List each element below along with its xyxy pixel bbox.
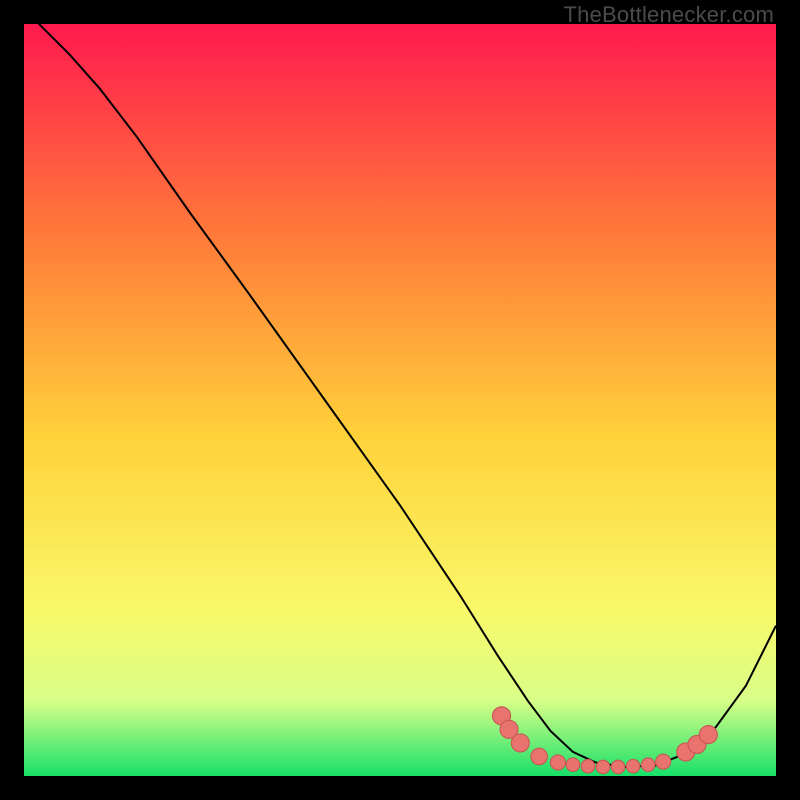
optimal-marker [531,748,548,765]
optimal-marker [611,760,625,774]
chart-frame [24,24,776,776]
optimal-marker [581,759,595,773]
optimal-marker [550,755,565,770]
optimal-marker [699,726,717,744]
optimal-marker [626,759,640,773]
optimal-marker [596,760,610,774]
optimal-marker [511,734,529,752]
bottleneck-chart [24,24,776,776]
optimal-marker [641,758,655,772]
optimal-marker [566,758,580,772]
optimal-marker [656,754,671,769]
